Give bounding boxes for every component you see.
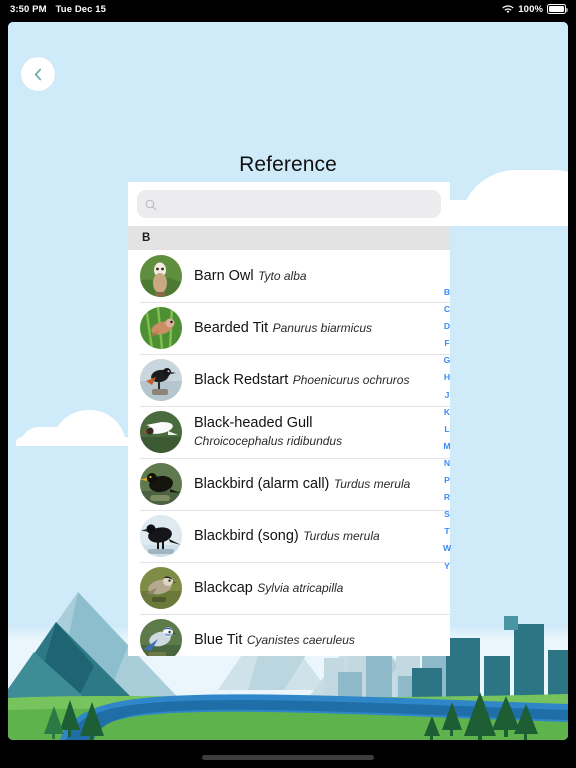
bird-name: Blackbird (alarm call) xyxy=(194,476,330,492)
bird-scientific-name: Turdus merula xyxy=(303,529,380,543)
status-bar-right: 100% xyxy=(502,3,568,15)
list-item-text: Blackbird (alarm call) Turdus merula xyxy=(194,475,410,493)
index-letter-m[interactable]: M xyxy=(443,438,450,455)
index-letter-p[interactable]: P xyxy=(444,472,450,489)
home-indicator[interactable] xyxy=(202,755,374,760)
bird-name: Blue Tit xyxy=(194,632,243,648)
index-letter-y[interactable]: Y xyxy=(444,558,450,575)
bird-name: Black-headed Gull xyxy=(194,415,313,431)
index-letter-c[interactable]: C xyxy=(444,301,450,318)
blackcap-photo xyxy=(140,567,182,609)
list-item-text: Bearded Tit Panurus biarmicus xyxy=(194,319,372,337)
chevron-left-icon xyxy=(30,66,47,83)
bird-scientific-name: Panurus biarmicus xyxy=(272,321,372,335)
app-screen: Reference B Barn Owl Tyto alba Bearded T… xyxy=(8,22,568,740)
list-item-text: Black-headed Gull Chroicocephalus ridibu… xyxy=(194,414,440,450)
bird-scientific-name: Chroicocephalus ridibundus xyxy=(194,434,343,448)
search-input[interactable] xyxy=(162,190,433,218)
index-letter-s[interactable]: S xyxy=(444,506,450,523)
wifi-icon xyxy=(502,4,514,14)
list-item-text: Blackbird (song) Turdus merula xyxy=(194,527,380,545)
list-item[interactable]: Blackbird (alarm call) Turdus merula xyxy=(128,458,450,510)
index-letter-g[interactable]: G xyxy=(444,352,451,369)
index-letter-w[interactable]: W xyxy=(443,540,451,557)
list-item-text: Barn Owl Tyto alba xyxy=(194,267,307,285)
list-item[interactable]: Black Redstart Phoenicurus ochruros xyxy=(128,354,450,406)
blue-tit-photo xyxy=(140,619,182,656)
bird-list[interactable]: Barn Owl Tyto alba Bearded Tit Panurus b… xyxy=(128,250,450,656)
index-letter-r[interactable]: R xyxy=(444,489,450,506)
list-item[interactable]: Blackbird (song) Turdus merula xyxy=(128,510,450,562)
list-item[interactable]: Blackcap Sylvia atricapilla xyxy=(128,562,450,614)
search-icon xyxy=(145,198,157,211)
back-button[interactable] xyxy=(21,57,55,91)
list-item-text: Blue Tit Cyanistes caeruleus xyxy=(194,631,355,649)
status-time: 3:50 PM xyxy=(10,3,47,15)
index-letter-l[interactable]: L xyxy=(444,421,449,438)
status-bar-left: 3:50 PM Tue Dec 15 xyxy=(10,4,106,15)
status-bar: 3:50 PM Tue Dec 15 100% xyxy=(0,0,576,18)
bird-name: Black Redstart xyxy=(194,372,289,388)
bird-scientific-name: Cyanistes caeruleus xyxy=(246,633,355,647)
bird-name: Barn Owl xyxy=(194,268,254,284)
blackbird-alarm-photo xyxy=(140,463,182,505)
page-title: Reference xyxy=(239,153,337,176)
black-redstart-photo xyxy=(140,359,182,401)
index-letter-b[interactable]: B xyxy=(444,284,450,301)
index-letter-h[interactable]: H xyxy=(444,369,450,386)
bird-name: Blackcap xyxy=(194,580,253,596)
alphabet-index[interactable]: B C D F G H J K L M N P R S T W Y xyxy=(437,284,457,575)
bird-scientific-name: Turdus merula xyxy=(333,477,411,491)
reference-panel: B Barn Owl Tyto alba Bearded Tit Panurus… xyxy=(128,182,450,656)
index-letter-n[interactable]: N xyxy=(444,455,450,472)
tablet-device: 3:50 PM Tue Dec 15 100% Reference B Barn… xyxy=(0,0,576,768)
list-item[interactable]: Bearded Tit Panurus biarmicus xyxy=(128,302,450,354)
list-item[interactable]: Black-headed Gull Chroicocephalus ridibu… xyxy=(128,406,450,458)
bird-name: Blackbird (song) xyxy=(194,528,299,544)
bird-scientific-name: Tyto alba xyxy=(258,269,307,283)
search-bar[interactable] xyxy=(137,190,441,218)
blackbird-song-photo xyxy=(140,515,182,557)
index-letter-f[interactable]: F xyxy=(444,335,449,352)
section-header-b: B xyxy=(128,226,450,250)
bird-name: Bearded Tit xyxy=(194,320,269,336)
list-item-text: Black Redstart Phoenicurus ochruros xyxy=(194,371,409,389)
status-date: Tue Dec 15 xyxy=(55,3,107,15)
black-headed-gull-photo xyxy=(140,411,182,453)
battery-percent-label: 100% xyxy=(518,3,543,15)
index-letter-t[interactable]: T xyxy=(444,523,449,540)
index-letter-d[interactable]: D xyxy=(444,318,450,335)
list-item-text: Blackcap Sylvia atricapilla xyxy=(194,579,343,597)
index-letter-j[interactable]: J xyxy=(445,387,450,404)
bird-scientific-name: Sylvia atricapilla xyxy=(257,581,344,595)
list-item[interactable]: Blue Tit Cyanistes caeruleus xyxy=(128,614,450,656)
bearded-tit-photo xyxy=(140,307,182,349)
bird-scientific-name: Phoenicurus ochruros xyxy=(292,373,410,387)
barn-owl-photo xyxy=(140,255,182,297)
list-item[interactable]: Barn Owl Tyto alba xyxy=(128,250,450,302)
battery-full-icon xyxy=(547,4,568,14)
search-area xyxy=(128,182,450,226)
index-letter-k[interactable]: K xyxy=(444,404,450,421)
